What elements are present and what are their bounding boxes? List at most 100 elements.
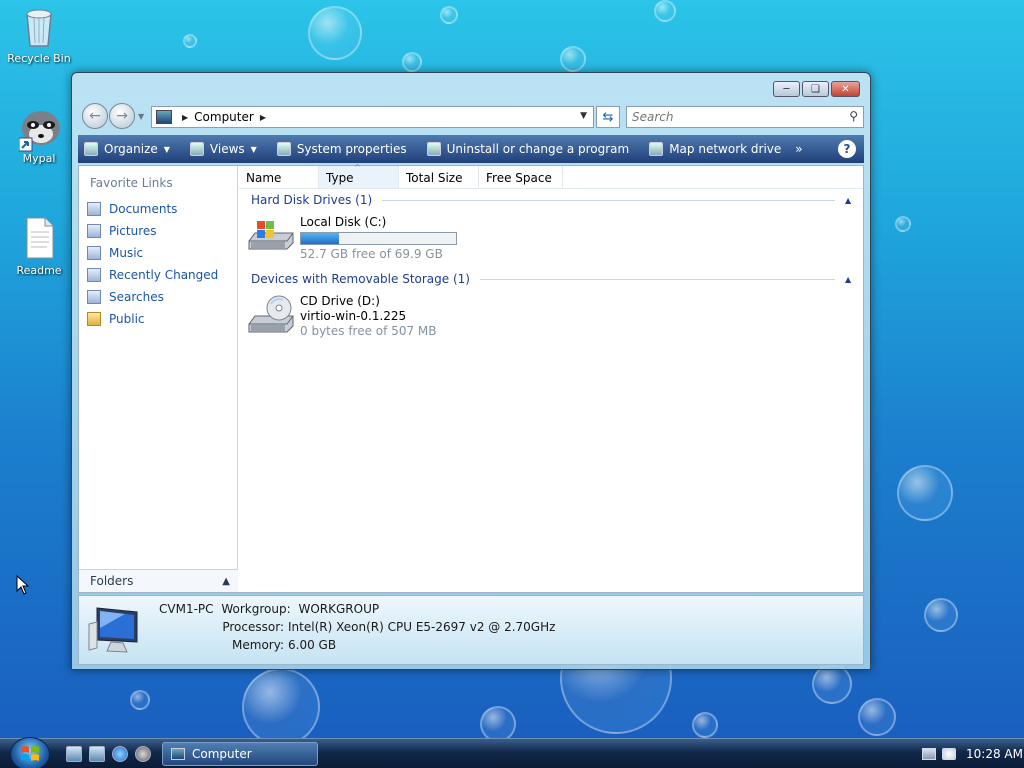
bubble-decoration xyxy=(654,0,676,22)
volume-muted-icon[interactable] xyxy=(942,748,956,760)
favorite-link-public[interactable]: Public xyxy=(79,308,237,330)
bubble-decoration xyxy=(812,664,852,704)
bubble-decoration xyxy=(480,706,516,738)
group-title: Hard Disk Drives (1) xyxy=(251,193,373,207)
show-desktop-icon[interactable] xyxy=(66,746,82,762)
drive-usage-bar xyxy=(300,232,457,245)
refresh-icon: ⇆ xyxy=(602,109,614,125)
desktop-icon-readme[interactable]: Readme xyxy=(3,216,75,277)
views-button[interactable]: Views ▼ xyxy=(184,142,257,156)
collapse-icon[interactable]: ▲ xyxy=(845,196,855,205)
mypal-raccoon-icon[interactable] xyxy=(135,746,151,762)
organize-button[interactable]: Organize ▼ xyxy=(78,142,170,156)
breadcrumb-arrow-icon[interactable]: ▶ xyxy=(260,113,266,122)
favorite-link-documents[interactable]: Documents xyxy=(79,198,237,220)
internet-explorer-icon[interactable] xyxy=(112,746,128,762)
views-label: Views xyxy=(209,142,245,156)
close-button[interactable]: ✕ xyxy=(831,81,860,97)
breadcrumb-arrow-icon[interactable]: ▶ xyxy=(182,113,188,122)
taskbar-button-computer[interactable]: Computer xyxy=(162,742,318,766)
folders-label: Folders xyxy=(90,574,134,588)
favorite-link-pictures[interactable]: Pictures xyxy=(79,220,237,242)
folder-icon xyxy=(87,312,101,326)
refresh-button[interactable]: ⇆ xyxy=(596,106,620,128)
favorite-link-searches[interactable]: Searches xyxy=(79,286,237,308)
breadcrumb-location[interactable]: Computer xyxy=(194,110,254,124)
drive-item-cd-drive[interactable]: CD Drive (D:) virtio-win-0.1.225 0 bytes… xyxy=(247,290,863,343)
windows-logo-icon xyxy=(21,746,39,761)
command-bar: Organize ▼ Views ▼ System properties Uni… xyxy=(78,135,864,163)
map-network-drive-button[interactable]: Map network drive xyxy=(643,142,781,156)
search-box[interactable]: ⚲ xyxy=(626,106,864,128)
group-divider xyxy=(479,278,835,280)
navigation-pane: Favorite Links Documents Pictures Music … xyxy=(79,166,238,592)
favorite-link-label: Public xyxy=(109,312,145,326)
help-button[interactable]: ? xyxy=(838,140,856,158)
start-button[interactable] xyxy=(10,737,50,768)
address-dropdown-icon[interactable]: ▼ xyxy=(580,111,587,121)
bubble-decoration xyxy=(692,712,718,738)
favorite-link-recently-changed[interactable]: Recently Changed xyxy=(79,264,237,286)
searches-icon xyxy=(87,290,101,304)
switch-windows-icon[interactable] xyxy=(89,746,105,762)
music-icon xyxy=(87,246,101,260)
drive-item-local-disk[interactable]: Local Disk (C:) 52.7 GB free of 69.9 GB xyxy=(247,211,863,266)
forward-button[interactable]: → xyxy=(109,103,135,129)
maximize-button[interactable]: ❏ xyxy=(802,81,829,97)
bubble-decoration xyxy=(242,668,320,738)
pictures-icon xyxy=(87,224,101,238)
desktop-icon-mypal[interactable]: Mypal xyxy=(3,104,75,165)
content-area: Favorite Links Documents Pictures Music … xyxy=(78,163,864,593)
forward-arrow-icon: → xyxy=(116,108,128,124)
group-header-removable-storage[interactable]: Devices with Removable Storage (1) ▲ xyxy=(251,268,863,290)
column-header-label: Type xyxy=(326,171,354,185)
computer-name: CVM1-PC xyxy=(159,602,214,616)
search-icon[interactable]: ⚲ xyxy=(849,109,858,123)
group-header-hard-disk-drives[interactable]: Hard Disk Drives (1) ▲ xyxy=(251,189,863,211)
memory-label: Memory: xyxy=(232,638,284,652)
drive-volume-label: virtio-win-0.1.225 xyxy=(300,309,407,323)
folders-toggle[interactable]: Folders ▲ xyxy=(79,569,238,592)
desktop-icon-recycle-bin[interactable]: Recycle Bin xyxy=(3,4,75,65)
drive-free-space: 0 bytes free of 507 MB xyxy=(300,324,437,338)
column-header-label: Total Size xyxy=(406,171,463,185)
hard-disk-icon xyxy=(247,215,295,255)
minimize-button[interactable]: ─ xyxy=(773,81,800,97)
desktop-icon-label: Readme xyxy=(16,264,62,277)
column-headers: Name ^ Type Total Size Free Space xyxy=(239,163,863,189)
collapse-icon[interactable]: ▲ xyxy=(845,275,855,284)
recently-changed-icon xyxy=(87,268,101,282)
address-bar[interactable]: ▶ Computer ▶ ▼ xyxy=(151,106,594,128)
network-drive-icon xyxy=(649,142,664,156)
computer-icon xyxy=(156,110,172,124)
processor-label: Processor: xyxy=(222,620,284,634)
column-header-free-space[interactable]: Free Space xyxy=(479,166,563,188)
more-commands-button[interactable]: » xyxy=(795,142,802,156)
desktop-icon-label: Recycle Bin xyxy=(7,52,71,65)
column-header-name[interactable]: Name xyxy=(239,166,319,188)
programs-icon xyxy=(426,142,441,156)
system-properties-button[interactable]: System properties xyxy=(271,142,407,156)
organize-icon xyxy=(84,142,98,156)
navigation-bar: ← → ▼ ▶ Computer ▶ ▼ ⇆ ⚲ xyxy=(80,103,864,129)
cd-drive-icon xyxy=(247,294,295,334)
details-pane: CVM1-PC Workgroup: WORKGROUP Processor: … xyxy=(78,595,864,665)
clock[interactable]: 10:28 AM xyxy=(966,747,1023,761)
system-properties-label: System properties xyxy=(296,142,407,156)
drive-info: Local Disk (C:) 52.7 GB free of 69.9 GB xyxy=(300,215,457,262)
recent-pages-dropdown[interactable]: ▼ xyxy=(138,112,144,121)
back-arrow-icon: ← xyxy=(89,108,101,124)
window-controls: ─ ❏ ✕ xyxy=(773,81,860,97)
mypal-raccoon-icon xyxy=(18,104,60,152)
favorite-link-music[interactable]: Music xyxy=(79,242,237,264)
drive-name: CD Drive (D:) xyxy=(300,294,380,308)
uninstall-program-button[interactable]: Uninstall or change a program xyxy=(421,142,629,156)
favorite-link-label: Documents xyxy=(109,202,178,216)
minimize-icon: ─ xyxy=(783,83,790,95)
column-header-type[interactable]: ^ Type xyxy=(319,163,399,188)
search-input[interactable] xyxy=(627,110,837,124)
column-header-total-size[interactable]: Total Size xyxy=(399,166,479,188)
back-button[interactable]: ← xyxy=(82,103,108,129)
file-list-pane: Name ^ Type Total Size Free Space Hard D… xyxy=(239,163,863,592)
network-icon[interactable] xyxy=(922,748,936,760)
